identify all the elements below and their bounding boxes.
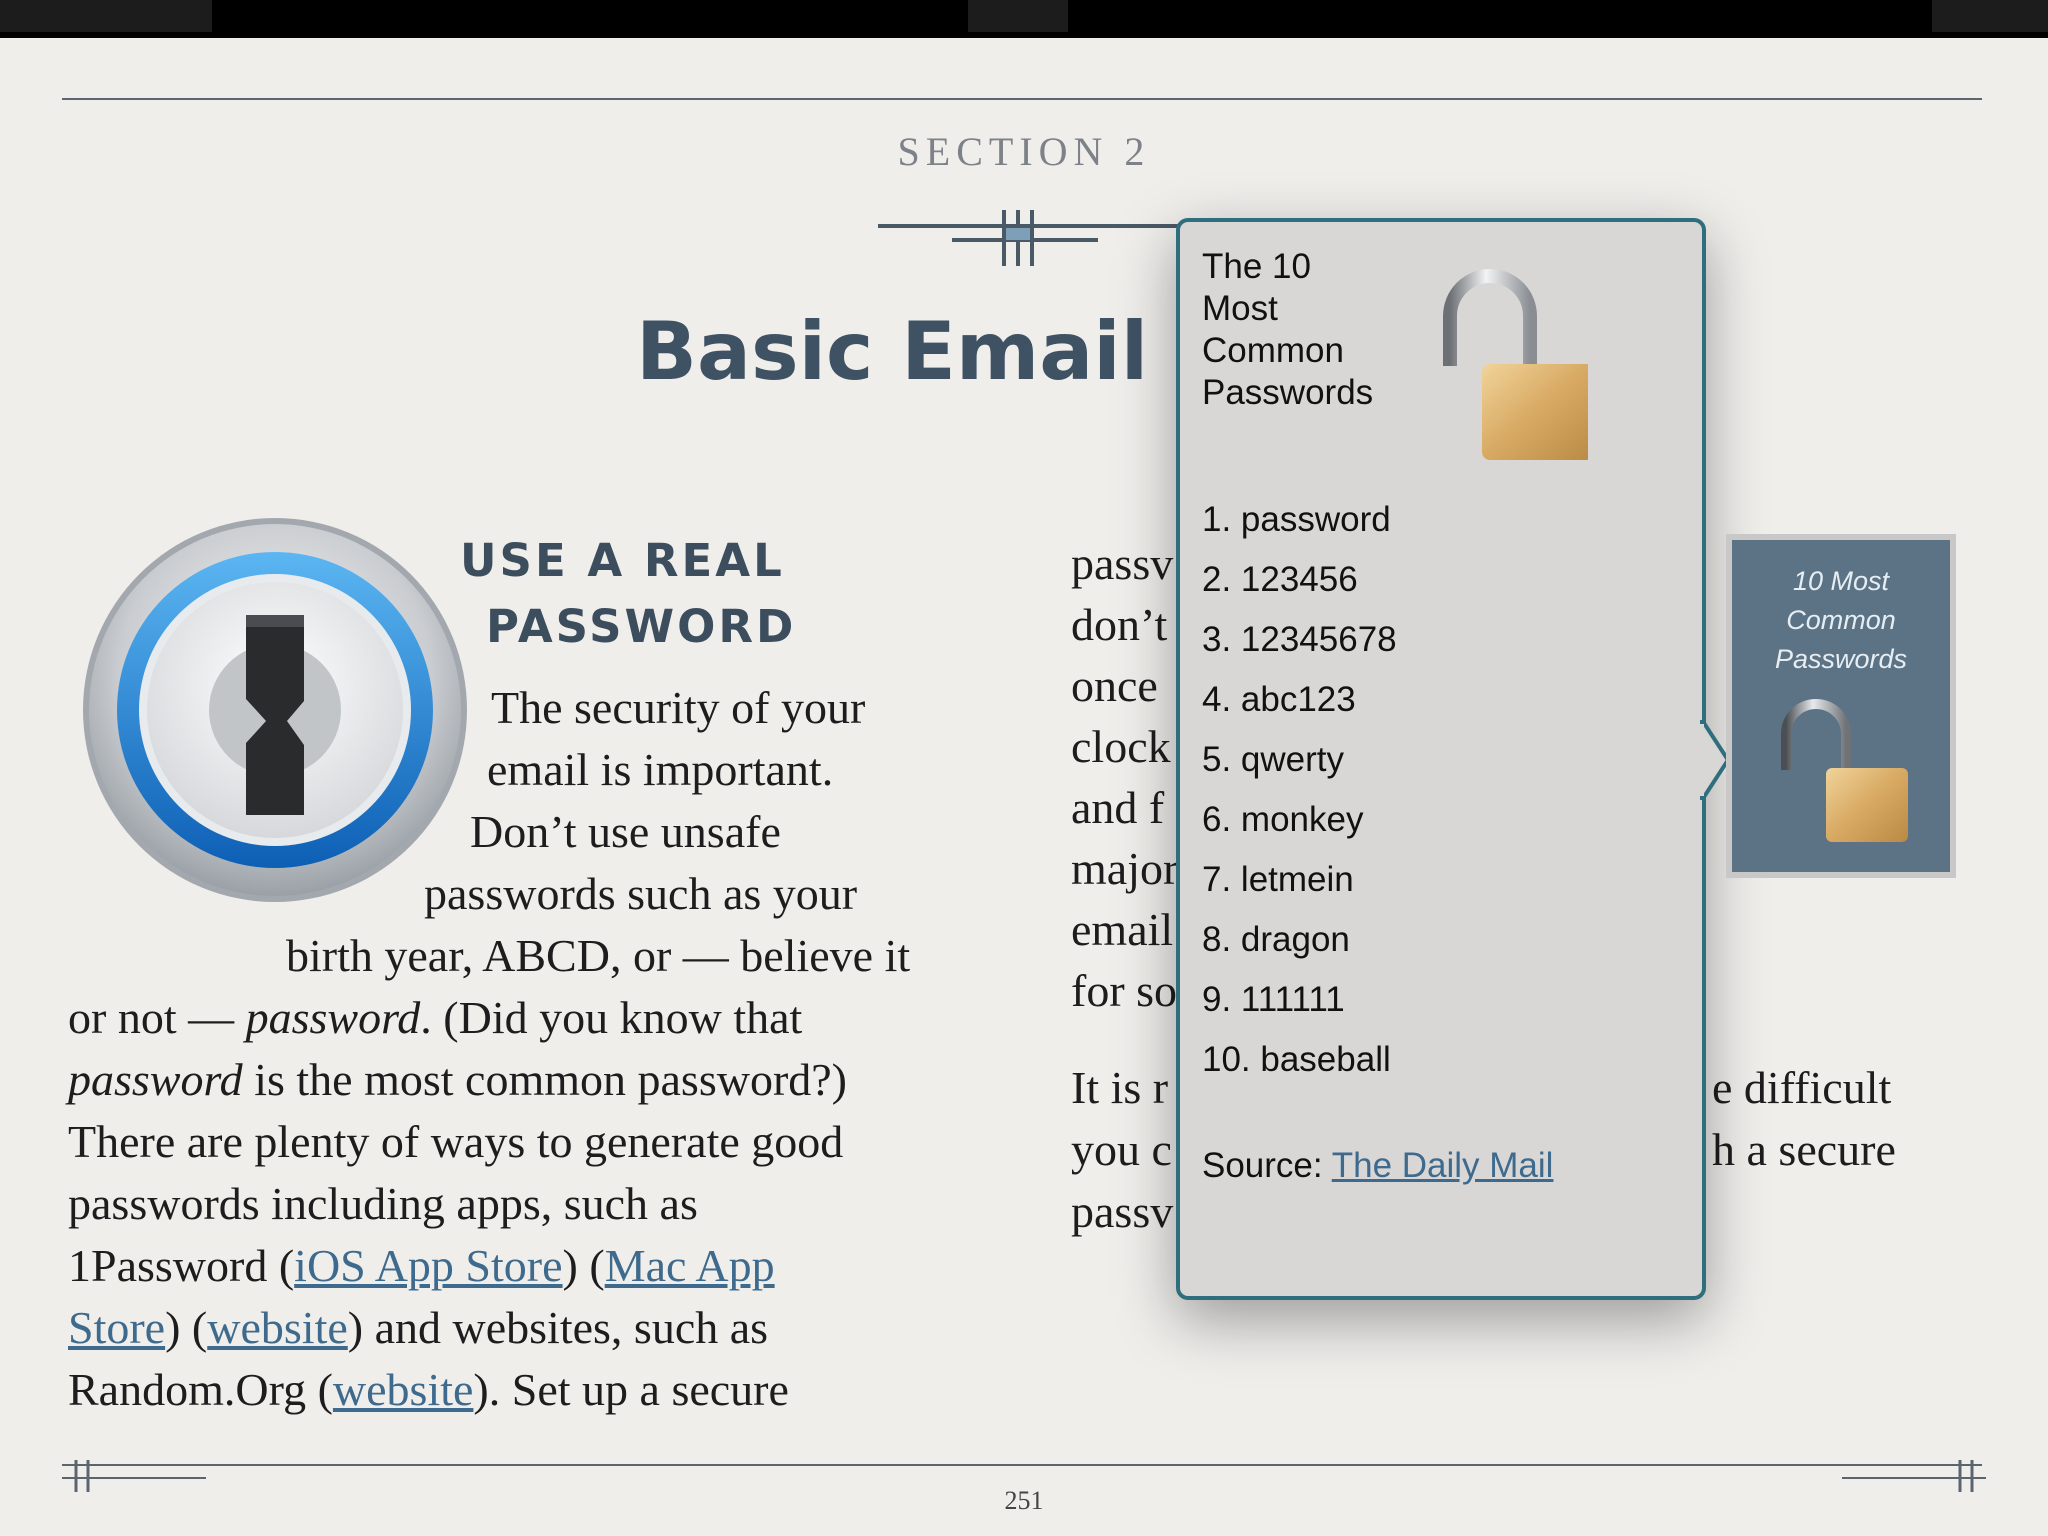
- right-column-line: clock: [1071, 721, 1171, 772]
- open-padlock-icon: [1781, 699, 1908, 842]
- body-line: Store) (website) and websites, such as: [68, 1298, 768, 1358]
- right-column-line: h a secure: [1712, 1124, 1896, 1175]
- thumbnail-caption-line: 10 Most: [1792, 566, 1890, 596]
- body-line: There are plenty of ways to generate goo…: [68, 1116, 844, 1167]
- body-text: . (Did you know that: [420, 992, 803, 1043]
- section-label: SECTION 2: [897, 129, 1151, 174]
- password-list-item: 3. 12345678: [1202, 620, 1397, 659]
- aside-heading-line1: USE A REAL: [460, 534, 785, 587]
- 1password-website-link[interactable]: website: [207, 1302, 348, 1353]
- body-line: passwords including apps, such as: [68, 1178, 698, 1229]
- password-list: 1. password 2. 123456 3. 12345678 4. abc…: [1202, 490, 1397, 1090]
- body-text: ) (: [165, 1302, 208, 1353]
- popover-most-common-passwords[interactable]: The 10 Most Common Passwords 1. password…: [1176, 218, 1706, 1300]
- status-bar-segment-right: [1932, 0, 2048, 32]
- body-line: or not — password. (Did you know that: [68, 988, 802, 1048]
- footer-rule: [62, 1464, 1982, 1466]
- popover-source: Source: The Daily Mail: [1202, 1146, 1553, 1186]
- password-list-item: 8. dragon: [1202, 920, 1350, 959]
- body-line: Random.Org (website). Set up a secure: [68, 1360, 789, 1420]
- body-text: Random.Org (: [68, 1364, 333, 1415]
- password-list-item: 2. 123456: [1202, 560, 1358, 599]
- password-list-item: 10. baseball: [1202, 1040, 1391, 1079]
- right-column-line: passv: [1071, 1186, 1174, 1237]
- status-bar-segment-center: [968, 0, 1068, 32]
- body-italic: password: [68, 1054, 243, 1105]
- body-line: email is important.: [487, 744, 834, 795]
- right-column-line: and f: [1071, 782, 1165, 833]
- status-bar-segment-left: [0, 0, 212, 32]
- body-text: ). Set up a secure: [473, 1364, 789, 1415]
- right-column-line: e difficult: [1712, 1062, 1892, 1113]
- mac-app-store-link[interactable]: Mac App: [605, 1240, 775, 1291]
- body-text: 1Password (: [68, 1240, 295, 1291]
- password-list-item: 5. qwerty: [1202, 740, 1344, 779]
- body-text: ) and websites, such as: [347, 1302, 769, 1353]
- page-number: 251: [1004, 1486, 1044, 1515]
- right-column-line: once: [1071, 660, 1158, 711]
- thumbnail-caption: 10 Most Common Passwords: [1732, 562, 1950, 679]
- random-org-website-link[interactable]: website: [333, 1364, 474, 1415]
- daily-mail-source-link[interactable]: The Daily Mail: [1332, 1146, 1554, 1185]
- password-list-item: 9. 111111: [1202, 980, 1345, 1019]
- right-column-line: It is r: [1071, 1062, 1169, 1113]
- body-line: birth year, ABCD, or — believe it: [286, 930, 911, 981]
- password-list-item: 1. password: [1202, 500, 1391, 539]
- right-column-line: email: [1071, 904, 1174, 955]
- right-column-line: don’t: [1071, 599, 1168, 650]
- source-label: Source:: [1202, 1146, 1332, 1185]
- password-list-item: 4. abc123: [1202, 680, 1356, 719]
- 1password-keyhole-icon: [83, 518, 467, 902]
- body-text: is the most common password?): [242, 1054, 847, 1105]
- body-line: 1Password (iOS App Store) (Mac App: [68, 1236, 775, 1296]
- header-rule: [62, 98, 1982, 100]
- ios-app-store-link[interactable]: iOS App Store: [294, 1240, 562, 1291]
- thumbnail-caption-line: Common: [1786, 605, 1896, 635]
- password-list-item: 6. monkey: [1202, 800, 1364, 839]
- aside-heading-line2: PASSWORD: [486, 600, 797, 653]
- body-text: ) (: [562, 1240, 605, 1291]
- body-line: Don’t use unsafe: [470, 806, 781, 857]
- body-line: passwords such as your: [424, 868, 858, 919]
- body-italic: password: [245, 992, 421, 1043]
- open-padlock-icon: [1443, 269, 1588, 460]
- body-line: The security of your: [491, 682, 866, 733]
- right-column-line: major: [1071, 843, 1179, 894]
- mac-app-store-link[interactable]: Store: [68, 1302, 165, 1353]
- top-status-bar: [0, 0, 2048, 38]
- right-column-line: for so: [1071, 965, 1178, 1016]
- popover-thumbnail-widget[interactable]: 10 Most Common Passwords: [1726, 534, 1956, 878]
- thumbnail-caption-line: Passwords: [1774, 644, 1908, 674]
- right-column-line: you c: [1071, 1124, 1172, 1175]
- right-column-line: passv: [1071, 538, 1174, 589]
- section-ornament-icon: [878, 210, 1178, 266]
- popover-title: The 10 Most Common Passwords: [1202, 247, 1374, 412]
- password-list-item: 7. letmein: [1202, 860, 1354, 899]
- body-text: or not —: [68, 992, 246, 1043]
- body-line: password is the most common password?): [68, 1050, 847, 1110]
